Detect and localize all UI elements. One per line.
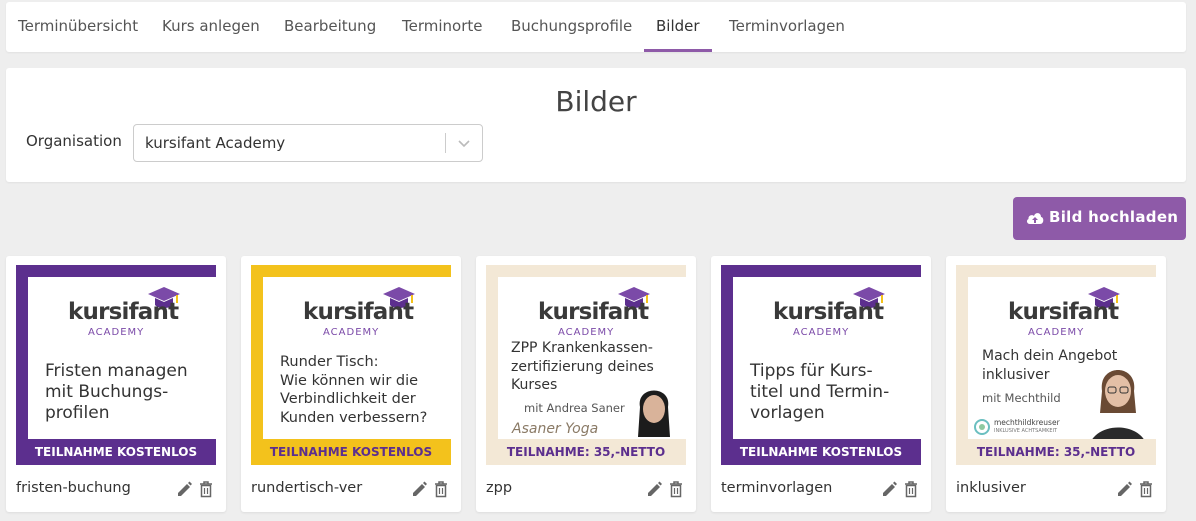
logo-wordmark: kursifant: [303, 299, 414, 325]
tab-kurs-anlegen[interactable]: Kurs anlegen: [162, 2, 260, 52]
image-name: inklusiver: [956, 480, 1026, 496]
image-card: kursifant ACADEMY Mach dein Angebot inkl…: [946, 256, 1166, 512]
image-name: terminvorlagen: [721, 480, 833, 496]
image-card: kursifant ACADEMY ZPP Krankenkassen- zer…: [476, 256, 696, 512]
organisation-select[interactable]: kursifant Academy: [133, 124, 483, 162]
thumbnail-subtitle: mit Andrea Saner: [524, 401, 625, 415]
image-card: kursifant ACADEMY Fristen managen mit Bu…: [6, 256, 226, 512]
upload-image-label: Bild hochladen: [1049, 208, 1179, 226]
thumbnail-inner: kursifant ACADEMY ZPP Krankenkassen- zer…: [498, 277, 686, 465]
tab-bar: Terminübersicht Kurs anlegen Bearbeitung…: [6, 2, 1186, 52]
thumbnail-title: Tipps für Kurs- titel und Termin- vorlag…: [750, 361, 890, 423]
thumbnail-inner: kursifant ACADEMY Tipps für Kurs- titel …: [733, 277, 921, 439]
tab-terminorte[interactable]: Terminorte: [402, 2, 483, 52]
cloud-upload-icon: [1026, 213, 1044, 224]
pencil-icon[interactable]: [1116, 480, 1132, 498]
logo-subtitle: ACADEMY: [88, 327, 145, 338]
logo-wordmark: kursifant: [68, 299, 179, 325]
thumbnail-brand: Asaner Yoga: [512, 421, 599, 437]
tab-terminuebersicht[interactable]: Terminübersicht: [18, 2, 138, 52]
thumbnail-subtitle: mit Mechthild: [982, 391, 1061, 405]
organisation-label: Organisation: [26, 132, 122, 150]
trash-icon[interactable]: [433, 480, 449, 498]
image-card: kursifant ACADEMY Tipps für Kurs- titel …: [711, 256, 931, 512]
thumbnail-title: Runder Tisch: Wie können wir die Verbind…: [280, 354, 428, 426]
pencil-icon[interactable]: [411, 480, 427, 498]
select-separator: [445, 133, 446, 153]
logo-wordmark: kursifant: [1008, 299, 1119, 325]
thumbnail-footer: TEILNAHME KOSTENLOS: [16, 439, 216, 465]
page-title: Bilder: [555, 85, 637, 118]
thumbnail-inner: kursifant ACADEMY Fristen managen mit Bu…: [28, 277, 216, 439]
logo-wordmark: kursifant: [773, 299, 884, 325]
image-card: kursifant ACADEMY Runder Tisch: Wie könn…: [241, 256, 461, 512]
logo-subtitle: ACADEMY: [1028, 327, 1085, 338]
thumbnail-brand: mechthildkreuser INKLUSIVE ACHTSAMKEIT: [994, 418, 1060, 435]
upload-image-button[interactable]: Bild hochladen: [1013, 197, 1186, 240]
thumbnail-footer: TEILNAHME: 35,-NETTO: [956, 439, 1156, 465]
image-name: rundertisch-ver: [251, 480, 363, 496]
organisation-select-value: kursifant Academy: [145, 134, 286, 152]
trash-icon[interactable]: [903, 480, 919, 498]
image-thumbnail[interactable]: kursifant ACADEMY Tipps für Kurs- titel …: [721, 265, 921, 465]
tab-bilder[interactable]: Bilder: [644, 2, 711, 52]
trash-icon[interactable]: [198, 480, 214, 498]
logo-wordmark: kursifant: [538, 299, 649, 325]
thumbnail-footer: TEILNAHME KOSTENLOS: [721, 439, 921, 465]
trash-icon[interactable]: [1138, 480, 1154, 498]
tab-bearbeitung[interactable]: Bearbeitung: [284, 2, 376, 52]
thumbnail-footer: TEILNAHME: 35,-NETTO: [486, 439, 686, 465]
pencil-icon[interactable]: [176, 480, 192, 498]
header-panel: Bilder Organisation kursifant Academy: [6, 68, 1186, 182]
image-thumbnail[interactable]: kursifant ACADEMY Fristen managen mit Bu…: [16, 265, 216, 465]
image-thumbnail[interactable]: kursifant ACADEMY ZPP Krankenkassen- zer…: [486, 265, 686, 465]
thumbnail-inner: kursifant ACADEMY Mach dein Angebot inkl…: [968, 277, 1156, 453]
logo-subtitle: ACADEMY: [793, 327, 850, 338]
logo-subtitle: ACADEMY: [323, 327, 380, 338]
thumbnail-inner: kursifant ACADEMY Runder Tisch: Wie könn…: [263, 277, 451, 439]
trash-icon[interactable]: [668, 480, 684, 498]
logo-subtitle: ACADEMY: [558, 327, 615, 338]
tab-terminvorlagen[interactable]: Terminvorlagen: [729, 2, 845, 52]
image-name: fristen-buchung: [16, 480, 131, 496]
image-thumbnail[interactable]: kursifant ACADEMY Mach dein Angebot inkl…: [956, 265, 1156, 465]
thumbnail-footer: TEILNAHME KOSTENLOS: [251, 439, 451, 465]
image-thumbnail[interactable]: kursifant ACADEMY Runder Tisch: Wie könn…: [251, 265, 451, 465]
image-name: zpp: [486, 480, 513, 496]
pencil-icon[interactable]: [881, 480, 897, 498]
brand-logo-icon: [974, 419, 990, 435]
chevron-down-icon[interactable]: [457, 136, 471, 150]
pencil-icon[interactable]: [646, 480, 662, 498]
thumbnail-title: Fristen managen mit Buchungs- profilen: [45, 361, 188, 423]
tab-buchungsprofile[interactable]: Buchungsprofile: [511, 2, 632, 52]
